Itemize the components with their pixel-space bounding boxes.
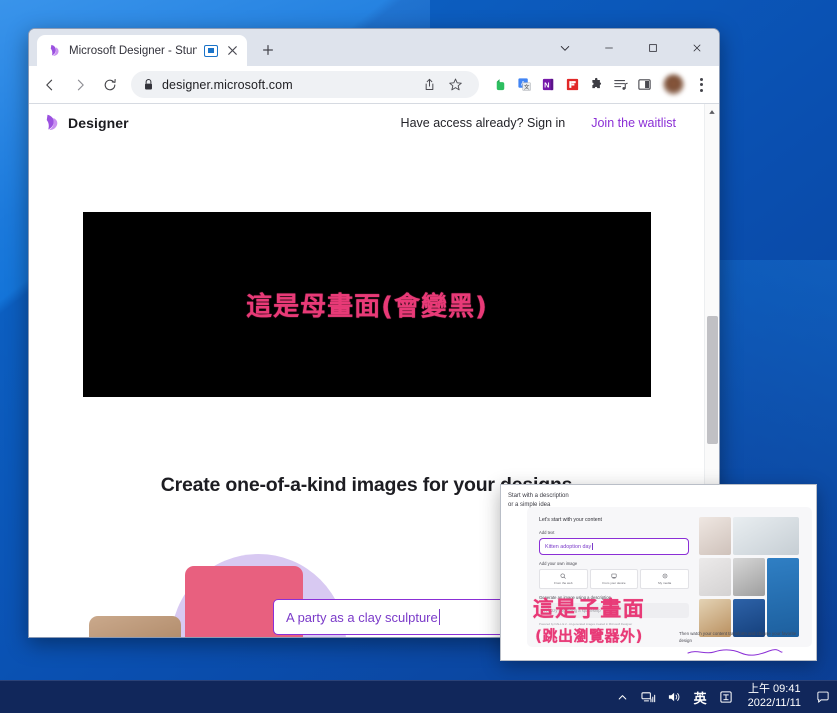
site-nav: Have access already? Sign in Join the wa… <box>401 116 690 130</box>
popup-text-label: Add text <box>539 530 555 535</box>
design-thumbnail[interactable] <box>733 517 799 556</box>
reload-button[interactable] <box>96 71 124 99</box>
child-window-annotation-line-2: (跳出瀏覽器外) <box>535 627 643 645</box>
taskbar-time: 上午 09:41 <box>747 683 801 696</box>
taskbar-clock[interactable]: 上午 09:41 2022/11/11 <box>744 683 805 711</box>
tab-close-icon[interactable] <box>225 43 240 58</box>
forward-arrow-icon <box>77 79 84 90</box>
popup-text-input[interactable]: Kitten adoption day <box>539 538 689 555</box>
popup-tile-my-media-label: My media <box>658 581 672 585</box>
triangle-up-icon <box>709 110 715 114</box>
svg-text:文: 文 <box>524 83 530 91</box>
evernote-extension-icon[interactable] <box>492 76 509 93</box>
prompt-input-value: A party as a clay sculpture <box>286 609 438 625</box>
windows-taskbar: 英 上午 09:41 2022/11/11 <box>0 680 837 713</box>
plus-icon <box>263 45 273 55</box>
designer-logo[interactable]: Designer <box>43 113 129 133</box>
share-icon[interactable] <box>417 73 441 97</box>
picture-in-picture-icon[interactable] <box>204 44 218 57</box>
scrollbar-thumb[interactable] <box>707 316 718 444</box>
forward-button[interactable] <box>66 71 94 99</box>
site-header: Designer Have access already? Sign in Jo… <box>29 104 704 142</box>
popup-design-thumbnail-grid <box>699 517 799 637</box>
designer-logo-icon <box>46 114 58 130</box>
taskbar-date: 2022/11/11 <box>747 697 801 709</box>
ime-tool-icon[interactable] <box>718 689 735 706</box>
new-tab-button[interactable] <box>255 37 281 63</box>
lock-icon <box>145 79 152 90</box>
squiggle-underline-icon <box>687 649 783 656</box>
system-tray: 英 上午 09:41 2022/11/11 <box>614 683 837 711</box>
three-dot-menu-icon[interactable] <box>690 73 712 97</box>
child-popup-window[interactable]: Start with a description or a simple ide… <box>500 484 817 661</box>
sign-in-link[interactable]: Have access already? Sign in <box>401 116 566 130</box>
popup-tile-from-device-label: From your device <box>602 581 626 585</box>
popup-image-source-tiles: From the web From your device My media <box>539 569 690 589</box>
reading-list-icon[interactable] <box>612 76 629 93</box>
design-thumbnail[interactable] <box>699 517 731 556</box>
minimize-icon <box>605 47 613 48</box>
my-media-icon <box>662 573 667 579</box>
address-bar-url: designer.microsoft.com <box>162 77 293 92</box>
popup-text-input-value: Kitten adoption day <box>545 543 592 550</box>
design-thumbnail[interactable] <box>733 557 765 597</box>
notification-icon[interactable] <box>814 689 831 706</box>
parent-window-annotation: 這是母畫面(會變黑) <box>246 292 488 322</box>
hero-video-player[interactable]: 這是母畫面(會變黑) <box>83 212 651 397</box>
child-window-annotation-line-1: 這是子畫面 <box>532 597 646 621</box>
popup-tile-my-media[interactable]: My media <box>640 569 690 589</box>
onenote-extension-icon[interactable]: N <box>540 76 557 93</box>
popup-tile-from-web-label: From the web <box>554 581 573 585</box>
popup-image-label: Add your own image <box>539 561 578 566</box>
popup-text-caret <box>592 543 594 550</box>
popup-grid-caption: Then watch your content transform and ch… <box>679 631 797 643</box>
browser-tab-title: Microsoft Designer - Stunn <box>69 44 197 57</box>
maximize-button[interactable] <box>631 29 675 66</box>
back-button[interactable] <box>36 71 64 99</box>
tab-search-button[interactable] <box>543 29 587 66</box>
profile-avatar[interactable] <box>663 74 684 95</box>
web-search-icon <box>560 573 566 579</box>
reload-icon <box>104 78 116 90</box>
google-translate-extension-icon[interactable]: A 文 <box>516 76 533 93</box>
network-icon[interactable] <box>640 689 657 706</box>
child-window-annotation: 這是子畫面 (跳出瀏覽器外) <box>504 593 674 646</box>
svg-text:N: N <box>544 81 549 90</box>
close-icon <box>693 44 701 51</box>
star-icon[interactable] <box>443 73 467 97</box>
popup-card-heading: Let's start with your content <box>539 517 602 523</box>
design-thumbnail[interactable] <box>699 557 731 597</box>
popup-tile-from-web[interactable]: From the web <box>539 569 588 589</box>
window-controls <box>543 29 719 66</box>
site-logo-text: Designer <box>68 115 129 131</box>
split-screen-icon[interactable] <box>636 76 653 93</box>
text-caret <box>438 609 440 625</box>
flipboard-extension-icon[interactable] <box>564 76 581 93</box>
scrollbar-up-arrow[interactable] <box>705 104 719 120</box>
address-bar[interactable]: designer.microsoft.com <box>131 71 479 98</box>
extensions-puzzle-icon[interactable] <box>588 76 605 93</box>
popup-tile-from-device[interactable]: From your device <box>589 569 639 589</box>
collage-image-artwork <box>89 616 181 637</box>
chevron-up-icon[interactable] <box>614 689 631 706</box>
popup-content: Start with a description or a simple ide… <box>501 485 816 660</box>
chevron-down-icon <box>560 45 570 51</box>
maximize-icon <box>649 43 657 52</box>
ime-language-indicator[interactable]: 英 <box>692 689 709 706</box>
omnibox-actions <box>417 73 467 97</box>
browser-tab-strip: Microsoft Designer - Stunn <box>29 29 719 66</box>
volume-icon[interactable] <box>666 689 683 706</box>
browser-tab[interactable]: Microsoft Designer - Stunn <box>37 35 247 66</box>
design-thumbnail[interactable] <box>767 557 799 637</box>
minimize-button[interactable] <box>587 29 631 66</box>
join-waitlist-link[interactable]: Join the waitlist <box>591 116 676 130</box>
device-upload-icon <box>611 573 617 579</box>
browser-toolbar: designer.microsoft.com 文 N <box>29 66 719 104</box>
extension-icons: A 文 N <box>488 76 657 93</box>
back-arrow-icon <box>46 79 53 90</box>
designer-favicon-icon <box>50 44 59 56</box>
close-button[interactable] <box>675 29 719 66</box>
